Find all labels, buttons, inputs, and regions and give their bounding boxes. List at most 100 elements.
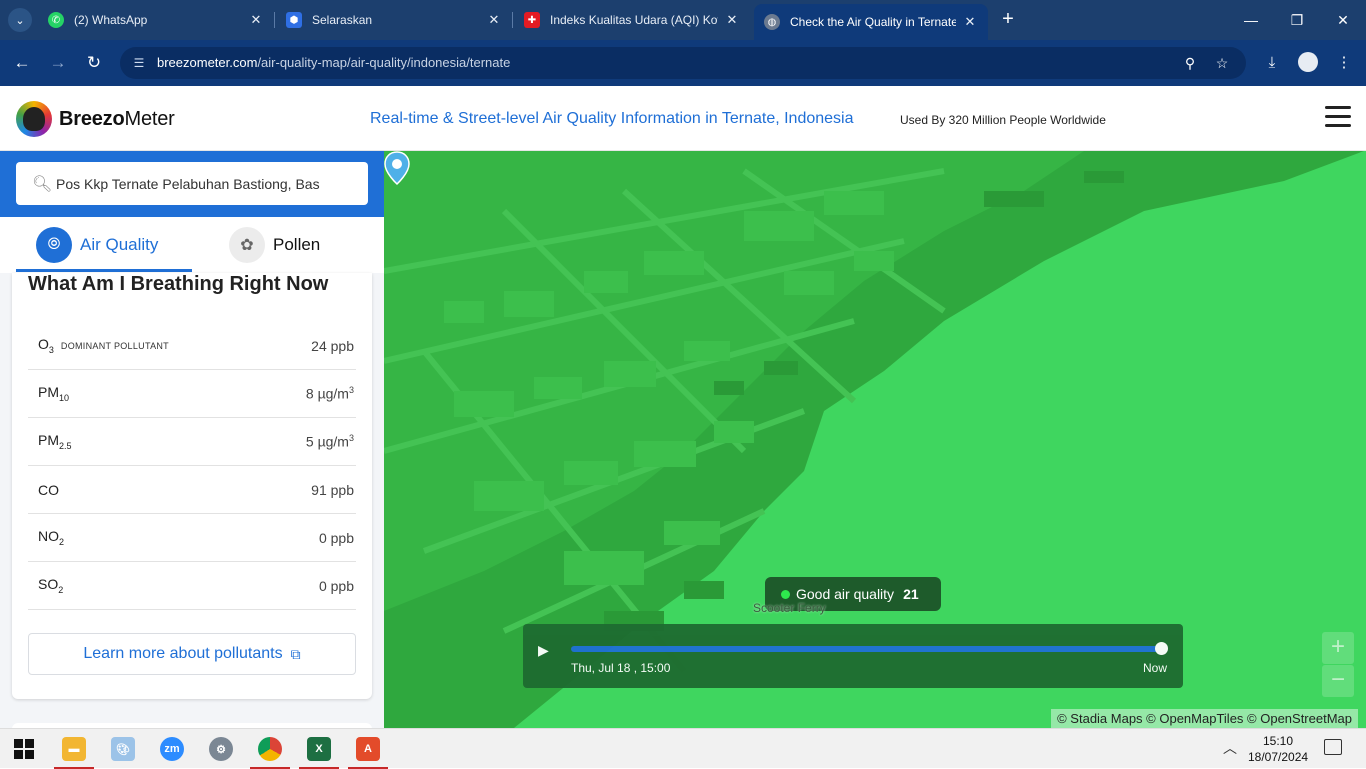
tab-selaraskan[interactable]: ⬢ Selaraskan ✕ (276, 6, 512, 34)
pollutant-list: O3 DOMINANT POLLUTANT 24 ppb PM10 8 µg/m3… (28, 322, 356, 610)
learn-more-pollutants-button[interactable]: Learn more about pollutants ⧉ (28, 633, 356, 675)
windows-taskbar: ▬ 🎨︎ zm ⚙ X A ︿ 15:10 18/07/2024 (0, 728, 1366, 769)
menu-kebab-icon[interactable]: ⋮ (1332, 51, 1356, 75)
tray-chevron-icon[interactable]: ︿ (1223, 738, 1237, 758)
address-bar[interactable]: ☰ breezometer.com/air-quality-map/air-qu… (120, 47, 1246, 79)
timeline-handle[interactable] (1155, 642, 1168, 655)
air-quality-map[interactable]: Good air quality 21 Scooter Ferry ▶ Thu,… (384, 151, 1366, 728)
site-info-icon[interactable]: ☰ (130, 54, 148, 72)
pollutant-row-pm10[interactable]: PM10 8 µg/m3 (28, 370, 356, 418)
location-pin-icon[interactable] (384, 151, 410, 185)
browser-tab-strip: ⌄ ✆ (2) WhatsApp ✕ ⬢ Selaraskan ✕ ✚ Inde… (0, 0, 1366, 40)
clock-date: 18/07/2024 (1248, 750, 1309, 764)
hamburger-menu-icon[interactable] (1325, 106, 1351, 130)
timeline-date: Thu, Jul 18 , 15:00 (571, 661, 671, 675)
close-tab-icon[interactable]: ✕ (962, 14, 978, 30)
zoom-in-button[interactable]: + (1322, 632, 1354, 664)
pollutant-row-o3[interactable]: O3 DOMINANT POLLUTANT 24 ppb (28, 322, 356, 370)
tab-divider (512, 12, 513, 28)
breezometer-logo-icon[interactable] (16, 101, 52, 137)
tab-search-button[interactable]: ⌄ (8, 8, 32, 32)
pollutant-row-no2[interactable]: NO2 0 ppb (28, 514, 356, 562)
windows-start-icon[interactable] (14, 739, 34, 759)
url-path: /air-quality-map/air-quality/indonesia/t… (257, 55, 511, 70)
tab-air-quality-label: Air Quality (80, 235, 159, 254)
zoom-out-button[interactable]: − (1322, 665, 1354, 697)
location-pin-icon[interactable]: ⚲ (1180, 53, 1200, 73)
tab-divider (274, 12, 275, 28)
file-explorer-icon[interactable]: ▬ (50, 729, 98, 769)
swiss-flag-icon: ✚ (524, 12, 540, 28)
timeline-now-label: Now (1142, 661, 1167, 675)
url-text[interactable]: breezometer.com/air-quality-map/air-qual… (157, 55, 510, 70)
tab-whatsapp[interactable]: ✆ (2) WhatsApp ✕ (38, 6, 274, 34)
bookmark-star-icon[interactable]: ☆ (1212, 53, 1232, 73)
close-tab-icon[interactable]: ✕ (486, 12, 502, 28)
pollutant-row-co[interactable]: CO 91 ppb (28, 466, 356, 514)
new-tab-button[interactable]: + (996, 8, 1020, 32)
card-heading: What Am I Breathing Right Now (28, 273, 329, 295)
notification-icon[interactable] (1324, 739, 1342, 755)
used-by-text: Used By 320 Million People Worldwide (900, 113, 1106, 127)
excel-icon[interactable]: X (295, 729, 343, 769)
pollutant-name: O3 DOMINANT POLLUTANT (38, 336, 169, 355)
logo-bold-part: Breezo (59, 108, 125, 130)
pollutant-value: 91 ppb (311, 481, 354, 498)
tab-pollen-label: Pollen (273, 235, 321, 254)
logo-rest-part: Meter (124, 108, 175, 130)
pollutant-row-pm25[interactable]: PM2.5 5 µg/m3 (28, 418, 356, 466)
profile-avatar[interactable] (1298, 52, 1318, 72)
chrome-icon[interactable] (246, 729, 294, 769)
forecast-timeline: ▶ Thu, Jul 18 , 15:00 Now (523, 624, 1183, 688)
pollutant-value: 8 µg/m3 (305, 385, 354, 402)
dominant-pollutant-label: DOMINANT POLLUTANT (60, 341, 169, 352)
back-button[interactable]: ← (10, 51, 34, 75)
pollutants-card: What Am I Breathing Right Now O3 DOMINANT… (12, 273, 372, 699)
learn-more-label: Learn more about pollutants (83, 645, 283, 662)
close-window-button[interactable]: ✕ (1320, 0, 1366, 40)
settings-icon[interactable]: ⚙ (197, 729, 245, 769)
map-place-label: Scooter Ferry (753, 601, 826, 615)
pollutant-name: NO2 (38, 528, 65, 547)
timeline-track[interactable] (571, 646, 1161, 652)
aqi-label: Good air quality (796, 586, 895, 602)
download-icon[interactable]: ⤓ (1260, 51, 1284, 75)
page-tagline: Real-time & Street-level Air Quality Inf… (370, 110, 854, 127)
air-quality-icon: ⦾ (36, 227, 72, 263)
tab-air-quality[interactable]: ⦾ Air Quality (36, 217, 158, 273)
tab-iqair[interactable]: ✚ Indeks Kualitas Udara (AQI) Kot ✕ (514, 6, 750, 34)
location-search-input[interactable] (56, 172, 328, 196)
tab-breezometer[interactable]: ◍ Check the Air Quality in Ternate ✕ (754, 4, 988, 40)
play-icon[interactable]: ▶ (538, 640, 558, 660)
search-box[interactable]: 🔍︎ (16, 162, 368, 205)
pollen-icon: ✿ (229, 227, 265, 263)
acrobat-icon[interactable]: A (344, 729, 392, 769)
map-attribution[interactable]: © Stadia Maps © OpenMapTiles © OpenStree… (1051, 709, 1358, 728)
reload-button[interactable]: ↻ (82, 51, 106, 75)
tab-pollen[interactable]: ✿ Pollen (229, 217, 320, 273)
pollutant-name: SO2 (38, 576, 64, 595)
pollutant-value: 0 ppb (318, 529, 354, 546)
close-tab-icon[interactable]: ✕ (248, 12, 264, 28)
zoom-icon[interactable]: zm (148, 729, 196, 769)
brand-logo-text[interactable]: BreezoMeter (59, 108, 175, 131)
aqi-status-dot (781, 589, 790, 599)
pollutant-value: 24 ppb (311, 337, 354, 354)
url-host: breezometer.com (157, 55, 258, 70)
active-tab-indicator (16, 269, 192, 272)
aqi-value: 21 (903, 586, 919, 602)
external-link-icon: ⧉ (290, 645, 301, 662)
minimize-button[interactable]: — (1228, 0, 1274, 40)
pollutant-value: 0 ppb (318, 577, 354, 594)
pollutant-name: PM2.5 (38, 432, 72, 451)
pollutant-value: 5 µg/m3 (305, 433, 354, 450)
system-clock[interactable]: 15:10 18/07/2024 (1248, 733, 1308, 765)
selaraskan-icon: ⬢ (286, 12, 302, 28)
pollutant-name: PM10 (38, 384, 70, 403)
pollutant-row-so2[interactable]: SO2 0 ppb (28, 562, 356, 610)
restore-button[interactable]: ❐ (1274, 0, 1320, 40)
forward-button[interactable]: → (46, 51, 70, 75)
paint-icon[interactable]: 🎨︎ (99, 729, 147, 769)
browser-toolbar: ← → ↻ ☰ breezometer.com/air-quality-map/… (0, 40, 1366, 86)
close-tab-icon[interactable]: ✕ (724, 12, 740, 28)
